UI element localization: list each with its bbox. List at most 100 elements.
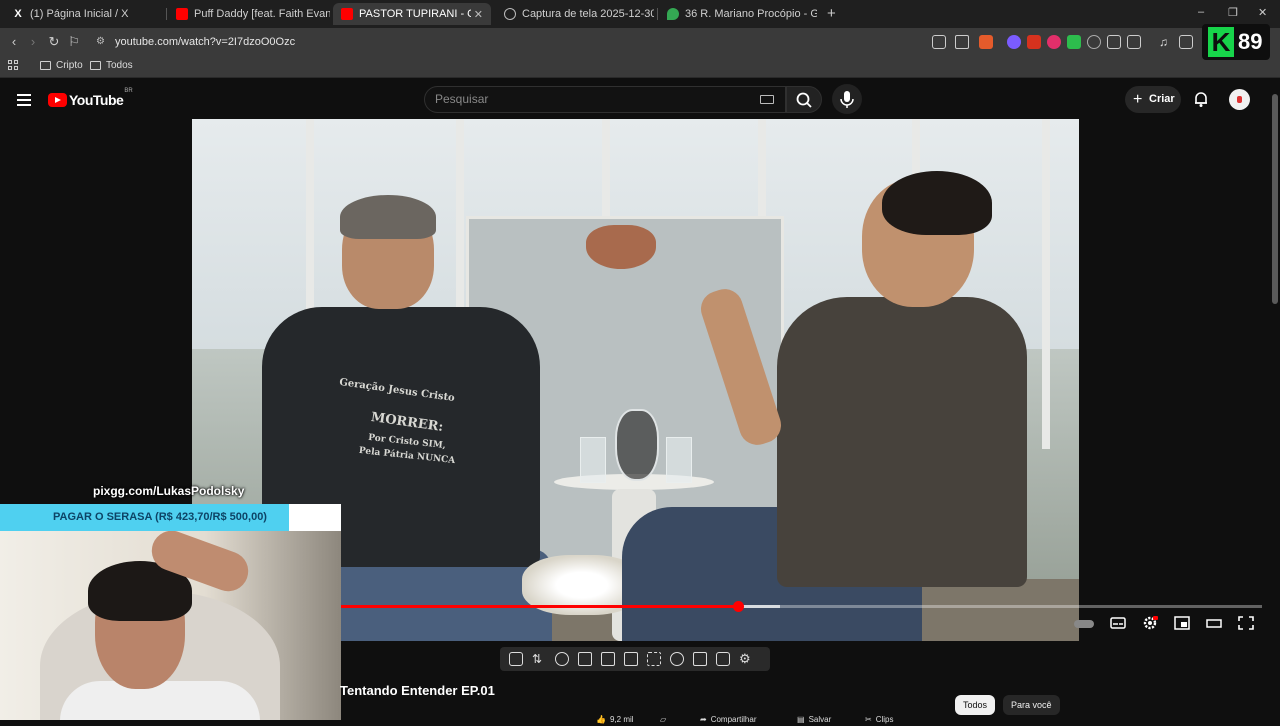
maximize-button[interactable]: ❐ [1228,6,1238,19]
minimize-button[interactable]: – [1198,6,1204,18]
youtube-favicon-icon [176,8,188,20]
youtube-favicon-icon [341,8,353,20]
screenshot-camera-icon[interactable] [716,652,730,666]
person-right-hair [882,171,992,235]
playlist-icon[interactable] [578,652,592,666]
share-button[interactable]: ➦ Compartilhar [700,712,757,726]
bookmark-folder-todos[interactable]: Todos [90,60,133,71]
played-bar [340,605,739,608]
reload-button[interactable]: ↻ [46,34,62,50]
scissors-icon: ✂ [865,714,872,724]
miniplayer-icon[interactable] [1174,616,1190,630]
bookmark-folder-cripto[interactable]: Cripto [40,60,83,71]
tab-google-maps[interactable]: 36 R. Mariano Procópio - Google Ma [659,3,817,25]
search-button[interactable] [786,86,822,113]
tab-pastor-tupirani[interactable]: PASTOR TUPIRANI - O PASTOR ✕ [333,3,491,25]
brave-shield-icon[interactable] [979,35,993,49]
loop-icon[interactable] [509,652,523,666]
address-bar[interactable]: ⚙ youtube.com/watch?v=2I7dzoO0Ozc [88,31,1188,53]
tab-title: (1) Página Inicial / X [30,8,129,20]
clips-button[interactable]: ✂ Clips [865,712,893,726]
browser-tab-strip: X (1) Página Inicial / X Puff Daddy [fea… [0,0,1280,28]
close-window-button[interactable]: ✕ [1258,6,1267,19]
avatar[interactable] [1229,89,1250,110]
water-glass [580,437,606,483]
voice-search-button[interactable] [832,84,862,114]
settings-gear-icon[interactable] [1142,616,1158,630]
country-code: BR [124,88,133,94]
tab-title: Captura de tela 2025-12-30 172756.p [522,8,654,20]
create-button[interactable]: + Criar [1125,86,1181,113]
extension-icon[interactable] [1087,35,1101,49]
screen-size-icon[interactable] [647,652,661,666]
youtube-logo[interactable]: YouTube BR [48,88,133,108]
share-label: Compartilhar [710,714,757,724]
search-input[interactable]: Pesquisar [424,86,786,113]
folder-icon [90,61,101,70]
youtube-play-icon [48,93,67,107]
install-app-icon[interactable] [932,35,946,49]
plus-icon: + [1133,91,1143,108]
pix-donation-url: pixgg.com/LukasPodolsky [93,484,245,498]
praying-hands-sculpture [586,225,656,269]
url-text: youtube.com/watch?v=2I7dzoO0Ozc [115,36,296,48]
extension-icon[interactable] [1027,35,1041,49]
clapper-icon[interactable] [601,652,615,666]
tab-x-home[interactable]: X (1) Página Inicial / X [4,3,164,25]
search-placeholder: Pesquisar [435,92,489,106]
close-tab-icon[interactable]: ✕ [474,8,483,21]
subtitles-icon[interactable] [1110,616,1126,630]
chip-todos[interactable]: Todos [955,695,996,715]
x-logo-icon: X [14,8,22,20]
chip-para-voce[interactable]: Para você [1003,695,1060,715]
tab-captura[interactable]: Captura de tela 2025-12-30 172756.p [496,3,654,25]
extension-icon[interactable] [1047,35,1061,49]
like-count: 9,2 mil [609,714,634,724]
person-left-hair [340,195,436,239]
dislike-button[interactable]: ▱ [660,712,666,726]
page-scrollbar[interactable] [1270,80,1280,720]
like-button[interactable]: 👍 9,2 mil [596,712,634,726]
autoplay-toggle[interactable] [1074,620,1094,628]
tab-title: Puff Daddy [feat. Faith Evans & 112] [194,8,330,20]
bookmark-icon[interactable]: ⚐ [66,34,82,50]
add-to-queue-icon[interactable] [693,652,707,666]
clips-label: Clips [875,714,894,724]
theater-mode-icon[interactable] [1206,616,1222,630]
tab-title: 36 R. Mariano Procópio - Google Ma [685,8,817,20]
picture-in-picture-icon[interactable] [624,652,638,666]
scrollbar-thumb[interactable] [1272,94,1278,304]
site-info-icon[interactable]: ⚙ [96,31,105,53]
extension-icon[interactable] [1067,35,1081,49]
keyboard-icon[interactable] [760,95,774,104]
apps-grid-icon[interactable] [8,60,18,70]
share-icon[interactable] [955,35,969,49]
water-glass [666,437,692,483]
extension-icon[interactable] [1007,35,1021,49]
forward-button[interactable]: › [25,34,41,50]
thumbs-down-icon: ▱ [660,714,667,724]
streamer-webcam [0,531,341,720]
kick-logo-icon: K [1208,27,1234,57]
sidebar-icon[interactable] [1179,35,1193,49]
download-icon[interactable] [1127,35,1141,49]
speed-gauge-icon[interactable] [670,652,684,666]
tab-puff-daddy[interactable]: Puff Daddy [feat. Faith Evans & 112] [168,3,330,25]
notifications-bell-icon[interactable] [1192,90,1210,108]
audio-mode-icon[interactable] [555,652,569,666]
viewer-count-badge: K 89 [1202,24,1270,60]
media-control-icon[interactable]: ♫ [1159,35,1173,49]
sort-arrows-icon[interactable]: ⇅ [532,652,546,666]
fullscreen-icon[interactable] [1238,616,1254,630]
tab-separator [166,8,167,20]
tab-title: PASTOR TUPIRANI - O PASTOR [359,8,471,20]
menu-icon[interactable] [17,94,31,106]
new-tab-button[interactable]: + [827,5,836,22]
back-button[interactable]: ‹ [6,34,22,50]
save-button[interactable]: ▤ Salvar [797,712,831,726]
puzzle-extensions-icon[interactable] [1107,35,1121,49]
youtube-header: YouTube BR Pesquisar + Criar [0,80,1280,120]
globe-icon [504,8,516,20]
video-progress-bar[interactable] [340,601,1262,612]
tools-settings-icon[interactable]: ⚙ [739,652,753,666]
